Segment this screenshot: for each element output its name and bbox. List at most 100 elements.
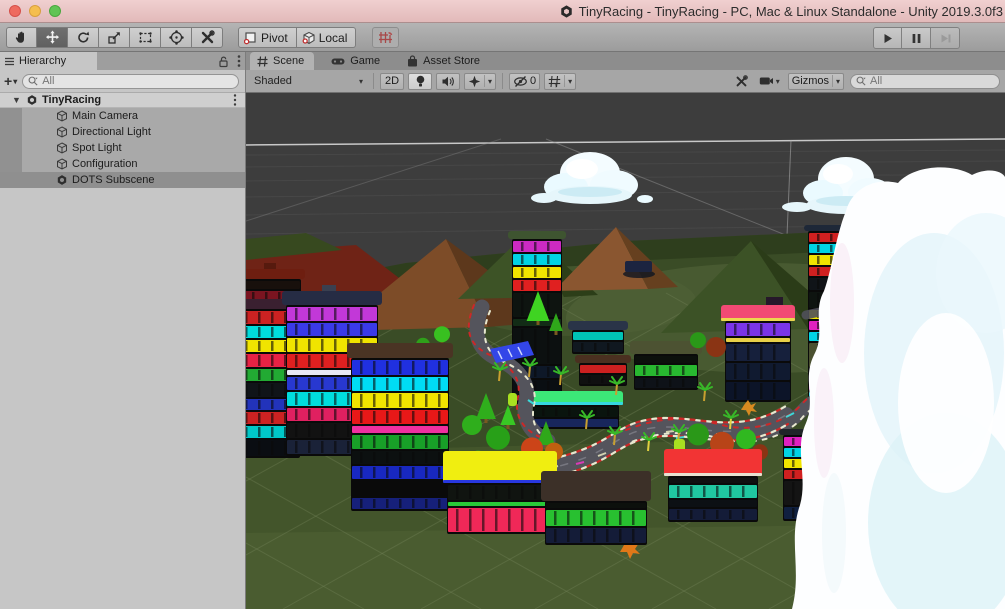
tab-hierarchy[interactable]: Hierarchy xyxy=(0,52,97,70)
chevron-down-icon: ▾ xyxy=(836,77,840,86)
transform-tools xyxy=(6,27,223,48)
pivot-local-group: Pivot Local xyxy=(238,27,356,48)
chevron-down-icon: ▾ xyxy=(359,77,363,86)
scene-tools-button[interactable] xyxy=(732,74,751,89)
search-icon xyxy=(27,75,39,87)
scene-panel: Scene Game Asset Store Shaded ▾ 2D xyxy=(246,52,1005,609)
pivot-toggle-button[interactable]: Pivot xyxy=(238,27,297,48)
search-icon xyxy=(855,75,867,87)
play-controls xyxy=(873,27,960,49)
rotate-tool-button[interactable] xyxy=(68,27,99,48)
hierarchy-panel: Hierarchy +▾ ▼ TinyRacing Main Came xyxy=(0,52,246,609)
hierarchy-item-spot-light[interactable]: Spot Light xyxy=(0,140,245,156)
scene-viewport[interactable] xyxy=(246,93,1005,609)
viewport-canvas[interactable] xyxy=(246,93,1005,609)
gizmos-dropdown-button[interactable]: Gizmos ▾ xyxy=(788,73,844,90)
chevron-down-icon: ▾ xyxy=(776,77,780,86)
expand-triangle-icon[interactable]: ▼ xyxy=(12,95,21,105)
hierarchy-tabbar: Hierarchy xyxy=(0,52,245,70)
lightbulb-icon xyxy=(414,74,427,88)
kebab-menu-icon[interactable] xyxy=(237,54,241,68)
transform-tool-button[interactable] xyxy=(161,27,192,48)
grid-icon: Y xyxy=(548,75,561,88)
scene-visibility-button[interactable]: 0 xyxy=(509,73,540,90)
kebab-menu-icon[interactable] xyxy=(233,93,237,107)
lock-icon[interactable] xyxy=(217,55,229,68)
scale-tool-button[interactable] xyxy=(99,27,130,48)
local-toggle-button[interactable]: Local xyxy=(297,27,357,48)
custom-tools-button[interactable] xyxy=(192,27,223,48)
hierarchy-item-dots-subscene[interactable]: DOTS Subscene xyxy=(0,172,245,188)
divider xyxy=(832,75,833,87)
rect-tool-icon xyxy=(137,29,154,46)
hierarchy-item-configuration[interactable]: Configuration xyxy=(0,156,245,172)
chevron-down-icon: ▾ xyxy=(488,77,492,86)
pause-icon xyxy=(909,31,924,46)
hierarchy-search-input[interactable] xyxy=(42,75,232,87)
2d-toggle-button[interactable]: 2D xyxy=(380,73,404,90)
cube-icon xyxy=(56,126,68,138)
rotate-icon xyxy=(75,29,92,46)
play-button[interactable] xyxy=(873,27,902,49)
hand-tool-button[interactable] xyxy=(6,27,37,48)
step-button[interactable] xyxy=(931,27,960,49)
pause-button[interactable] xyxy=(902,27,931,49)
tab-game[interactable]: Game xyxy=(324,52,390,70)
unity-scene-icon xyxy=(26,94,38,106)
divider xyxy=(502,73,503,89)
move-icon xyxy=(44,29,61,46)
tab-scene[interactable]: Scene xyxy=(250,52,314,70)
speaker-icon xyxy=(441,75,455,88)
scene-search-field[interactable] xyxy=(850,74,1000,89)
divider xyxy=(373,73,374,89)
audio-toggle-button[interactable] xyxy=(436,73,460,90)
cube-icon xyxy=(56,142,68,154)
close-window-button[interactable] xyxy=(9,5,21,17)
scene-root-row[interactable]: ▼ TinyRacing xyxy=(0,92,245,108)
effects-dropdown-button[interactable]: ▾ xyxy=(464,73,496,90)
lighting-toggle-button[interactable] xyxy=(408,73,432,90)
transform-icon xyxy=(168,29,185,46)
effects-sparkle-icon xyxy=(468,75,481,88)
tab-asset-store[interactable]: Asset Store xyxy=(400,52,490,70)
shopping-bag-icon xyxy=(407,55,418,67)
grid-icon xyxy=(257,56,268,67)
step-icon xyxy=(938,31,953,46)
minimize-window-button[interactable] xyxy=(29,5,41,17)
grid-visibility-button[interactable]: Y ▾ xyxy=(544,73,576,90)
scene-search-input[interactable] xyxy=(870,75,993,87)
scene-camera-dropdown[interactable]: ▾ xyxy=(757,75,782,87)
hierarchy-search-row: +▾ xyxy=(0,70,245,92)
rect-tool-button[interactable] xyxy=(130,27,161,48)
hierarchy-item-main-camera[interactable]: Main Camera xyxy=(0,108,245,124)
chevron-down-icon: ▾ xyxy=(568,77,572,86)
hierarchy-item-directional-light[interactable]: Directional Light xyxy=(0,124,245,140)
hierarchy-search-field[interactable] xyxy=(22,74,239,89)
unity-logo-icon xyxy=(559,4,574,19)
gamepad-icon xyxy=(331,56,345,67)
chevron-down-icon: ▾ xyxy=(13,77,17,86)
hand-icon xyxy=(13,29,30,46)
hidden-count: 0 xyxy=(530,75,536,87)
divider xyxy=(484,75,485,87)
window-titlebar: TinyRacing - TinyRacing - PC, Mac & Linu… xyxy=(0,0,1005,23)
list-icon xyxy=(4,56,15,67)
local-cube-icon xyxy=(302,31,316,45)
create-object-button[interactable]: +▾ xyxy=(4,73,17,89)
draw-mode-dropdown[interactable]: Shaded ▾ xyxy=(251,75,367,87)
wrench-icon xyxy=(199,29,216,46)
grid-snap-icon xyxy=(378,30,393,45)
cube-icon xyxy=(56,110,68,122)
scene-tabbar: Scene Game Asset Store xyxy=(246,52,1005,70)
move-tool-button[interactable] xyxy=(37,27,68,48)
cube-icon xyxy=(56,158,68,170)
divider xyxy=(564,75,565,87)
grid-snap-button[interactable] xyxy=(372,27,399,48)
svg-text:Y: Y xyxy=(554,83,558,88)
eye-slash-icon xyxy=(513,75,528,88)
window-title: TinyRacing - TinyRacing - PC, Mac & Linu… xyxy=(559,2,1003,21)
scene-name: TinyRacing xyxy=(42,92,101,108)
unity-scene-icon xyxy=(56,174,68,186)
zoom-window-button[interactable] xyxy=(49,5,61,17)
traffic-lights xyxy=(9,5,61,17)
